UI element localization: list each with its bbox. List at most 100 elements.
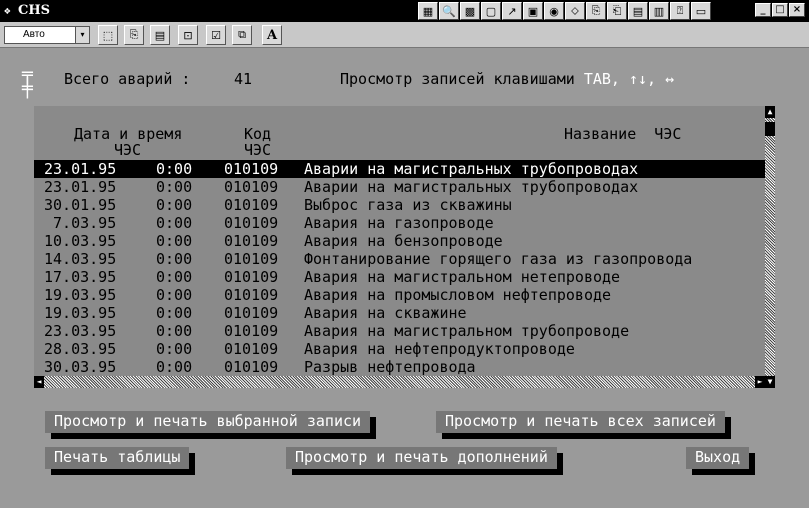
table-rows: 23.01.95 0:00 010109 Аварии на магистральны… — [34, 160, 765, 376]
scroll-left-icon[interactable]: ◄ — [34, 376, 44, 388]
cell-time: 0:00 — [156, 214, 193, 232]
table-row[interactable]: 30.03.95 0:00 010109 Разрыв нефтепровода — [34, 358, 765, 376]
cell-name: Разрыв нефтепровода — [304, 358, 476, 376]
title-tool-icon[interactable]: ⎘ — [586, 2, 606, 20]
title-tool-icon[interactable]: ⍰ — [670, 2, 690, 20]
title-tool-icon[interactable]: 🔍 — [439, 2, 459, 20]
cell-date: 28.03.95 — [44, 340, 117, 358]
exit-button[interactable]: Выход — [686, 447, 750, 469]
vertical-scrollbar[interactable]: ▲ ▼ — [765, 106, 775, 388]
title-tool-icon[interactable]: ◉ — [544, 2, 564, 20]
title-tool-icon[interactable]: ▢ — [481, 2, 501, 20]
cell-date: 14.03.95 — [44, 250, 117, 268]
table-row[interactable]: 19.03.95 0:00 010109 Авария на скважине — [34, 304, 765, 322]
title-tool-icon[interactable]: ▣ — [523, 2, 543, 20]
table-row[interactable]: 28.03.95 0:00 010109 Авария на нефтепродукт… — [34, 340, 765, 358]
header-name: Название ЧЭС — [564, 125, 682, 143]
scroll-right-icon[interactable]: ► — [755, 376, 765, 388]
header-date-time-sub: ЧЭС — [114, 141, 142, 159]
cell-code: 010109 — [224, 232, 279, 250]
cell-code: 010109 — [224, 340, 279, 358]
cell-time: 0:00 — [156, 340, 193, 358]
background-icon[interactable]: ⧉ — [232, 25, 252, 45]
cell-time: 0:00 — [156, 268, 193, 286]
title-toolbar: ▦ 🔍 ▩ ▢ ↗ ▣ ◉ ⬦ ⎘ ⎗ ▤ ▥ ⍰ ▭ — [418, 2, 711, 20]
total-count: 41 — [234, 70, 253, 88]
table-row[interactable]: 19.03.95 0:00 010109 Авария на промысловом … — [34, 286, 765, 304]
title-bar: ❖ CHS ▦ 🔍 ▩ ▢ ↗ ▣ ◉ ⬦ ⎘ ⎗ ▤ ▥ ⍰ ▭ _ □ × — [0, 0, 809, 22]
cell-code: 010109 — [224, 358, 279, 376]
console-toolbar: Авто ▾ ⬚ ⎘ ▤ ⊡ ☑ ⧉ A — [0, 22, 809, 48]
title-tool-icon[interactable]: ▤ — [628, 2, 648, 20]
table-row[interactable]: 7.03.95 0:00 010109 Авария на газопроводе — [34, 214, 765, 232]
cell-date: 7.03.95 — [44, 214, 117, 232]
cell-name: Фонтанирование горящего газа из газопров… — [304, 250, 693, 268]
cell-time: 0:00 — [156, 196, 193, 214]
mark-icon[interactable]: ⬚ — [98, 25, 118, 45]
scroll-down-icon[interactable]: ▼ — [765, 376, 775, 388]
table-row[interactable]: 23.01.95 0:00 010109 Аварии на магистральны… — [34, 160, 765, 178]
cell-code: 010109 — [224, 214, 279, 232]
frame-corner-icon: ╤ ╪ — [22, 64, 33, 99]
table-row[interactable]: 10.03.95 0:00 010109 Авария на бензопроводе — [34, 232, 765, 250]
close-button[interactable]: × — [789, 3, 805, 17]
cell-date: 19.03.95 — [44, 304, 117, 322]
title-tool-icon[interactable]: ▭ — [691, 2, 711, 20]
cell-date: 17.03.95 — [44, 268, 117, 286]
cell-name: Авария на магистральном трубопроводе — [304, 322, 630, 340]
paste-icon[interactable]: ▤ — [150, 25, 170, 45]
properties-icon[interactable]: ☑ — [206, 25, 226, 45]
view-print-additions-button[interactable]: Просмотр и печать дополнений — [286, 447, 557, 469]
table-row[interactable]: 23.01.95 0:00 010109 Аварии на магистральны… — [34, 178, 765, 196]
cell-name: Авария на магистральном нетепроводе — [304, 268, 621, 286]
title-tool-icon[interactable]: ⬦ — [565, 2, 585, 20]
scroll-thumb[interactable] — [765, 122, 775, 136]
font-icon[interactable]: A — [262, 25, 282, 45]
cell-time: 0:00 — [156, 358, 193, 376]
chevron-down-icon[interactable]: ▾ — [75, 27, 89, 43]
navigation-hint: Просмотр записей клавишами TAB, ↑↓, ↔ — [340, 70, 674, 88]
cell-code: 010109 — [224, 250, 279, 268]
horizontal-scrollbar[interactable]: ◄ ► — [34, 376, 765, 388]
table-row[interactable]: 17.03.95 0:00 010109 Авария на магистрально… — [34, 268, 765, 286]
view-print-selected-button[interactable]: Просмотр и печать выбранной записи — [45, 411, 371, 433]
cell-name: Авария на бензопроводе — [304, 232, 503, 250]
table-row[interactable]: 23.03.95 0:00 010109 Авария на магистрально… — [34, 322, 765, 340]
title-tool-icon[interactable]: ▩ — [460, 2, 480, 20]
title-tool-icon[interactable]: ▦ — [418, 2, 438, 20]
cell-time: 0:00 — [156, 232, 193, 250]
header-code: Код — [244, 125, 272, 143]
print-table-button[interactable]: Печать таблицы — [45, 447, 190, 469]
cell-name: Аварии на магистральных трубопроводах — [304, 178, 639, 196]
fullscreen-icon[interactable]: ⊡ — [178, 25, 198, 45]
maximize-button[interactable]: □ — [772, 3, 788, 17]
cell-code: 010109 — [224, 322, 279, 340]
table-row[interactable]: 14.03.95 0:00 010109 Фонтанирование горящег… — [34, 250, 765, 268]
cell-code: 010109 — [224, 178, 279, 196]
cell-name: Аварии на магистральных трубопроводах — [304, 160, 639, 178]
cell-code: 010109 — [224, 196, 279, 214]
table-row[interactable]: 30.01.95 0:00 010109 Выброс газа из скважин… — [34, 196, 765, 214]
cell-time: 0:00 — [156, 322, 193, 340]
cell-date: 30.01.95 — [44, 196, 117, 214]
title-tool-icon[interactable]: ⎗ — [607, 2, 627, 20]
window-title: CHS — [18, 3, 51, 18]
cell-date: 30.03.95 — [44, 358, 117, 376]
app-icon[interactable]: ❖ — [4, 4, 16, 18]
cell-name: Выброс газа из скважины — [304, 196, 512, 214]
cell-time: 0:00 — [156, 304, 193, 322]
font-size-select[interactable]: Авто ▾ — [4, 26, 90, 44]
scroll-up-icon[interactable]: ▲ — [765, 106, 775, 118]
title-tool-icon[interactable]: ↗ — [502, 2, 522, 20]
navigation-hint-text: Просмотр записей клавишами — [340, 70, 575, 88]
navigation-keys: TAB, ↑↓, ↔ — [583, 70, 675, 88]
cell-time: 0:00 — [156, 160, 193, 178]
copy-icon[interactable]: ⎘ — [124, 25, 144, 45]
title-tool-icon[interactable]: ▥ — [649, 2, 669, 20]
view-print-all-button[interactable]: Просмотр и печать всех записей — [436, 411, 725, 433]
cell-code: 010109 — [224, 286, 279, 304]
cell-date: 19.03.95 — [44, 286, 117, 304]
minimize-button[interactable]: _ — [755, 3, 771, 17]
header-code-sub: ЧЭС — [244, 141, 272, 159]
cell-code: 010109 — [224, 304, 279, 322]
